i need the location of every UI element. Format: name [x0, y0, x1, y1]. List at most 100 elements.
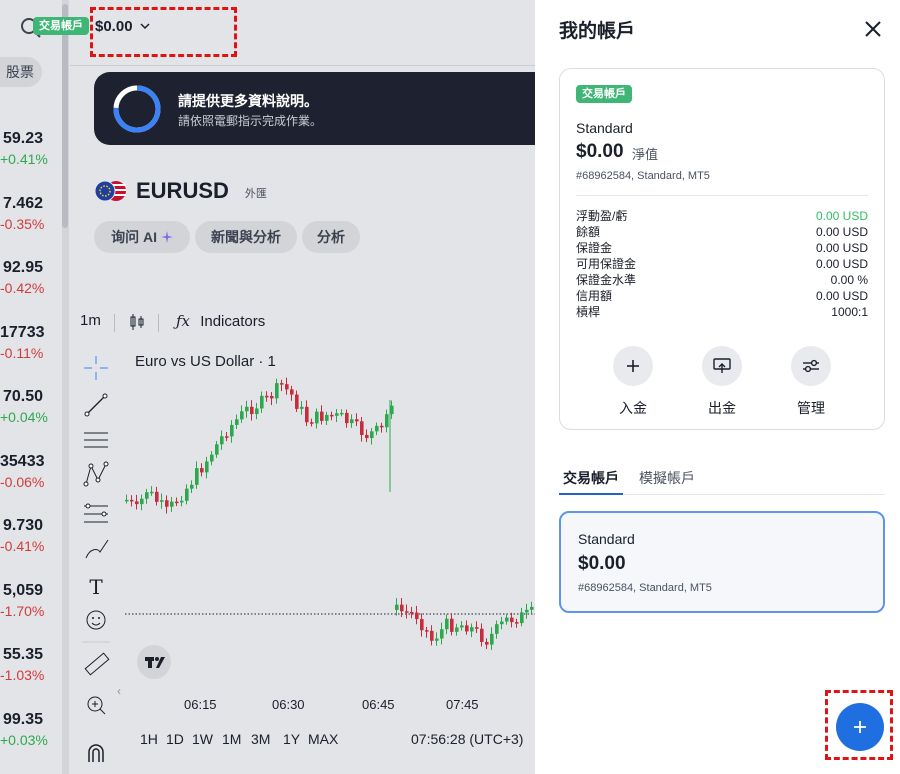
ticker-row[interactable]: 5,059 -1.70%	[0, 581, 62, 621]
price-chart[interactable]	[125, 340, 535, 710]
ticker-price: 35433	[0, 452, 45, 470]
candle-body	[525, 609, 529, 613]
candle-body	[510, 617, 514, 623]
close-icon[interactable]	[861, 17, 885, 41]
ticker-row[interactable]: 59.23 +0.41%	[0, 129, 62, 169]
analysis-button[interactable]: 分析	[302, 221, 360, 253]
metric-value: 0.00 USD	[815, 209, 868, 223]
candle-body	[335, 413, 339, 416]
timeframe-1m[interactable]: 1M	[222, 731, 241, 747]
candle-body	[195, 468, 199, 485]
timeframe-max[interactable]: MAX	[308, 731, 338, 747]
ticker-change: -0.35%	[0, 215, 45, 232]
candle-body	[200, 468, 204, 473]
crosshair-icon[interactable]	[84, 356, 108, 380]
tab-stocks[interactable]: 股票	[0, 57, 42, 87]
ticker-row[interactable]: 92.95 -0.42%	[0, 258, 62, 298]
pattern-icon[interactable]	[83, 461, 109, 487]
emoji-icon[interactable]	[86, 610, 106, 630]
metric-row: 槓桿 1000:1	[576, 304, 868, 320]
candle-body	[155, 491, 159, 502]
metric-row: 信用額 0.00 USD	[576, 288, 868, 304]
indicators-button[interactable]: ƒx Indicators	[176, 312, 265, 330]
tab-demo-accounts[interactable]: 模擬帳戶	[639, 468, 695, 495]
candle-body	[300, 406, 304, 409]
account-balance: $0.00	[578, 553, 626, 574]
symbol-type: 外匯	[244, 188, 267, 200]
zoom-in-icon[interactable]	[87, 696, 106, 715]
manage-label: 管理	[797, 400, 825, 416]
ticker-change: +0.04%	[0, 409, 48, 425]
candle-body	[455, 627, 459, 632]
magnet-icon[interactable]	[86, 742, 106, 762]
metric-value: 1000:1	[831, 305, 868, 319]
toolbar-divider	[114, 314, 115, 332]
candle-body	[355, 419, 359, 422]
news-analysis-button[interactable]: 新聞與分析	[195, 221, 297, 253]
progress-ring-icon	[113, 85, 161, 133]
timeframe-1w[interactable]: 1W	[192, 731, 213, 747]
candle-body	[360, 421, 364, 435]
interval-selector[interactable]: 1m	[80, 312, 101, 329]
account-list-item[interactable]: Standard $0.00 #68962584, Standard, MT5	[559, 511, 885, 613]
ticker-change: -0.41%	[0, 538, 45, 554]
fib-lines-icon[interactable]	[84, 432, 108, 448]
candle-body	[245, 406, 249, 412]
candle-body	[515, 622, 519, 624]
ticker-price: 9.730	[2, 517, 43, 534]
drawing-tools: T	[82, 356, 110, 715]
withdraw-button[interactable]: 出金	[692, 346, 752, 418]
manage-button[interactable]: 管理	[781, 346, 841, 418]
ticker-row[interactable]: 55.35 -1.03%	[0, 645, 62, 685]
eur-usd-flags-icon	[94, 180, 128, 202]
withdraw-icon	[713, 358, 731, 373]
ticker-change: +0.41%	[0, 151, 48, 167]
candle-body	[485, 641, 489, 645]
timeframe-1d[interactable]: 1D	[166, 731, 184, 747]
candle-body	[390, 405, 394, 415]
candle-body	[425, 630, 429, 632]
account-type-badge: 交易帳戶	[576, 85, 632, 103]
candle-body	[530, 606, 534, 610]
chevron-left-icon[interactable]: ‹	[117, 684, 121, 698]
ticker-change: -0.42%	[0, 280, 45, 296]
x-tick: 06:30	[272, 697, 305, 712]
candle-body	[460, 625, 464, 628]
ask-ai-label: 询问 AI	[111, 229, 157, 245]
account-equity: $0.00	[576, 141, 624, 162]
ticker-price: 99.35	[2, 710, 43, 728]
metric-row: 保證金 0.00 USD	[576, 240, 868, 256]
candle-body	[400, 604, 404, 612]
tradingview-logo[interactable]	[137, 645, 171, 679]
ticker-row[interactable]: 7.462 -0.35%	[0, 194, 62, 234]
text-icon[interactable]: T	[89, 575, 103, 599]
candle-body	[405, 611, 409, 613]
forecast-icon[interactable]	[84, 503, 108, 523]
candle-body	[235, 419, 239, 425]
candle-body	[125, 499, 129, 502]
ticker-row[interactable]: 99.35 +0.03%	[0, 710, 62, 750]
ticker-scrollbar[interactable]	[62, 4, 68, 228]
account-type-badge: 交易帳戶	[33, 17, 89, 35]
timeframe-3m[interactable]: 3M	[251, 731, 270, 747]
card-divider	[576, 195, 868, 196]
ticker-price: 92.95	[2, 259, 43, 276]
ticker-row[interactable]: 70.50 +0.04%	[0, 387, 62, 427]
candle-body	[505, 617, 509, 622]
trend-line-icon[interactable]	[84, 393, 108, 417]
tab-real-accounts[interactable]: 交易帳戶	[559, 468, 623, 495]
symbol-name: EURUSD	[136, 178, 229, 203]
candles-icon[interactable]	[128, 313, 146, 331]
brush-icon[interactable]	[85, 539, 109, 559]
ruler-icon[interactable]	[84, 652, 110, 676]
candle-body	[290, 389, 294, 395]
ticker-row[interactable]: 35433 -0.06%	[0, 452, 62, 492]
ticker-row[interactable]: 9.730 -0.41%	[0, 516, 62, 556]
timeframe-1y[interactable]: 1Y	[283, 731, 300, 747]
ask-ai-button[interactable]: 询问 AI	[94, 221, 190, 253]
verification-banner[interactable]: 請提供更多資料說明。 請依照電郵指示完成作業。	[94, 72, 535, 145]
deposit-button[interactable]: 入金	[603, 346, 663, 418]
timeframe-1h[interactable]: 1H	[140, 731, 158, 747]
candle-body	[260, 395, 264, 409]
ticker-row[interactable]: 17733 -0.11%	[0, 323, 62, 363]
